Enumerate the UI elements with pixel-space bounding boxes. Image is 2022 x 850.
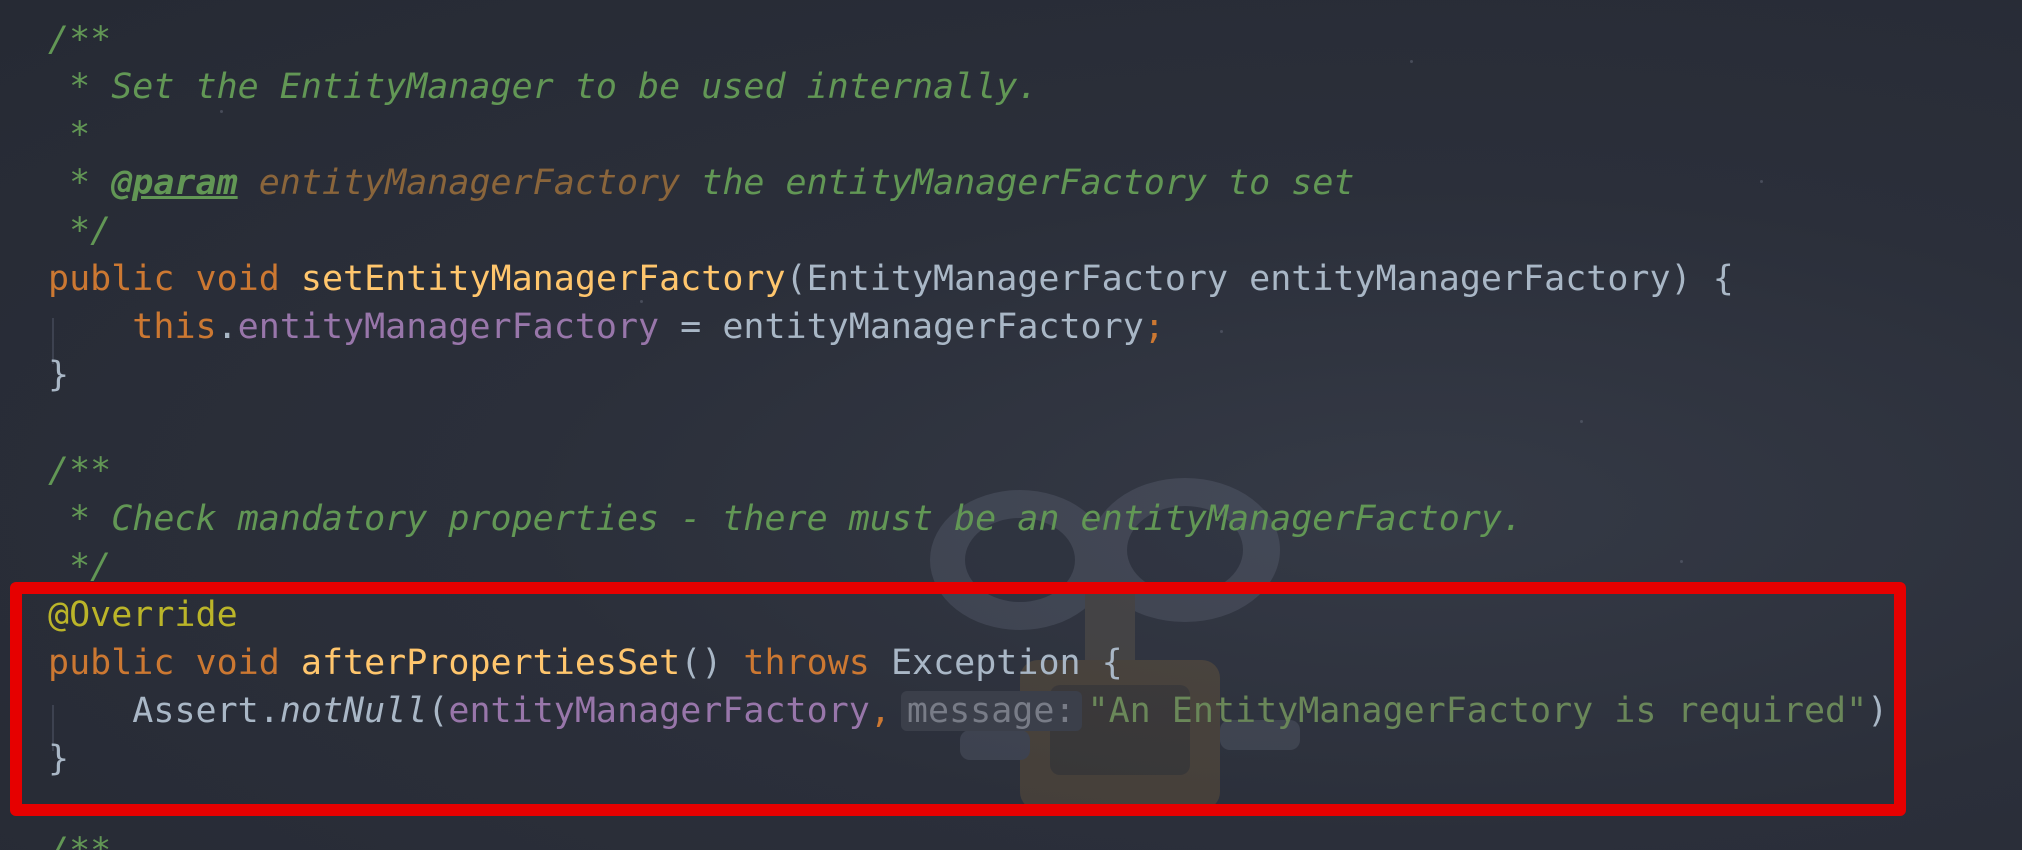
method-name[interactable]: setEntityManagerFactory (301, 259, 786, 299)
dot-operator: . (216, 307, 238, 347)
code-line[interactable]: * @param entityManagerFactory the entity… (48, 160, 1354, 206)
code-line[interactable]: /** (48, 17, 111, 63)
field-reference[interactable]: entityManagerFactory (238, 307, 659, 347)
javadoc-param-tag[interactable]: @param (111, 163, 237, 203)
keyword-this: this (132, 307, 217, 347)
doc-comment-close: */ (48, 211, 112, 251)
code-line[interactable]: * Check mandatory properties - there mus… (48, 496, 1523, 542)
code-line[interactable]: * (48, 112, 90, 158)
closing-brace: } (48, 355, 70, 395)
background-star (1410, 60, 1413, 63)
assignment: = entityManagerFactory (659, 307, 1144, 347)
background-star (1580, 420, 1583, 423)
code-line[interactable]: */ (48, 208, 111, 254)
doc-comment-star: * (48, 163, 112, 203)
background-star (220, 110, 223, 113)
keyword-void: void (195, 259, 280, 299)
keyword-public: public (48, 259, 175, 299)
doc-comment-text: the entityManagerFactory to set (680, 163, 1355, 203)
background-star (1680, 560, 1683, 563)
doc-comment-close: */ (48, 547, 112, 587)
code-line[interactable]: } (48, 352, 69, 398)
background-star (1220, 330, 1223, 333)
doc-comment-open: /** (48, 451, 112, 491)
code-line[interactable]: this.entityManagerFactory = entityManage… (48, 304, 1165, 350)
doc-comment-open: /** (48, 20, 112, 60)
method-signature: (EntityManagerFactory entityManagerFacto… (785, 259, 1734, 299)
code-line[interactable]: public void setEntityManagerFactory(Enti… (48, 256, 1734, 302)
code-line[interactable]: * Set the EntityManager to be used inter… (48, 64, 1038, 110)
code-line[interactable]: /** (48, 828, 111, 850)
background-star (1760, 180, 1763, 183)
doc-comment-text: * Check mandatory properties - there mus… (48, 499, 1524, 539)
code-editor[interactable]: /** * Set the EntityManager to be used i… (0, 0, 2022, 850)
code-line[interactable]: /** (48, 448, 111, 494)
highlight-box (10, 582, 1906, 816)
javadoc-param-name: entityManagerFactory (258, 163, 681, 203)
doc-comment-open: /** (48, 831, 111, 850)
doc-comment-text: * (48, 115, 91, 155)
semicolon: ; (1143, 307, 1165, 347)
doc-comment-text: * Set the EntityManager to be used inter… (48, 67, 1039, 107)
